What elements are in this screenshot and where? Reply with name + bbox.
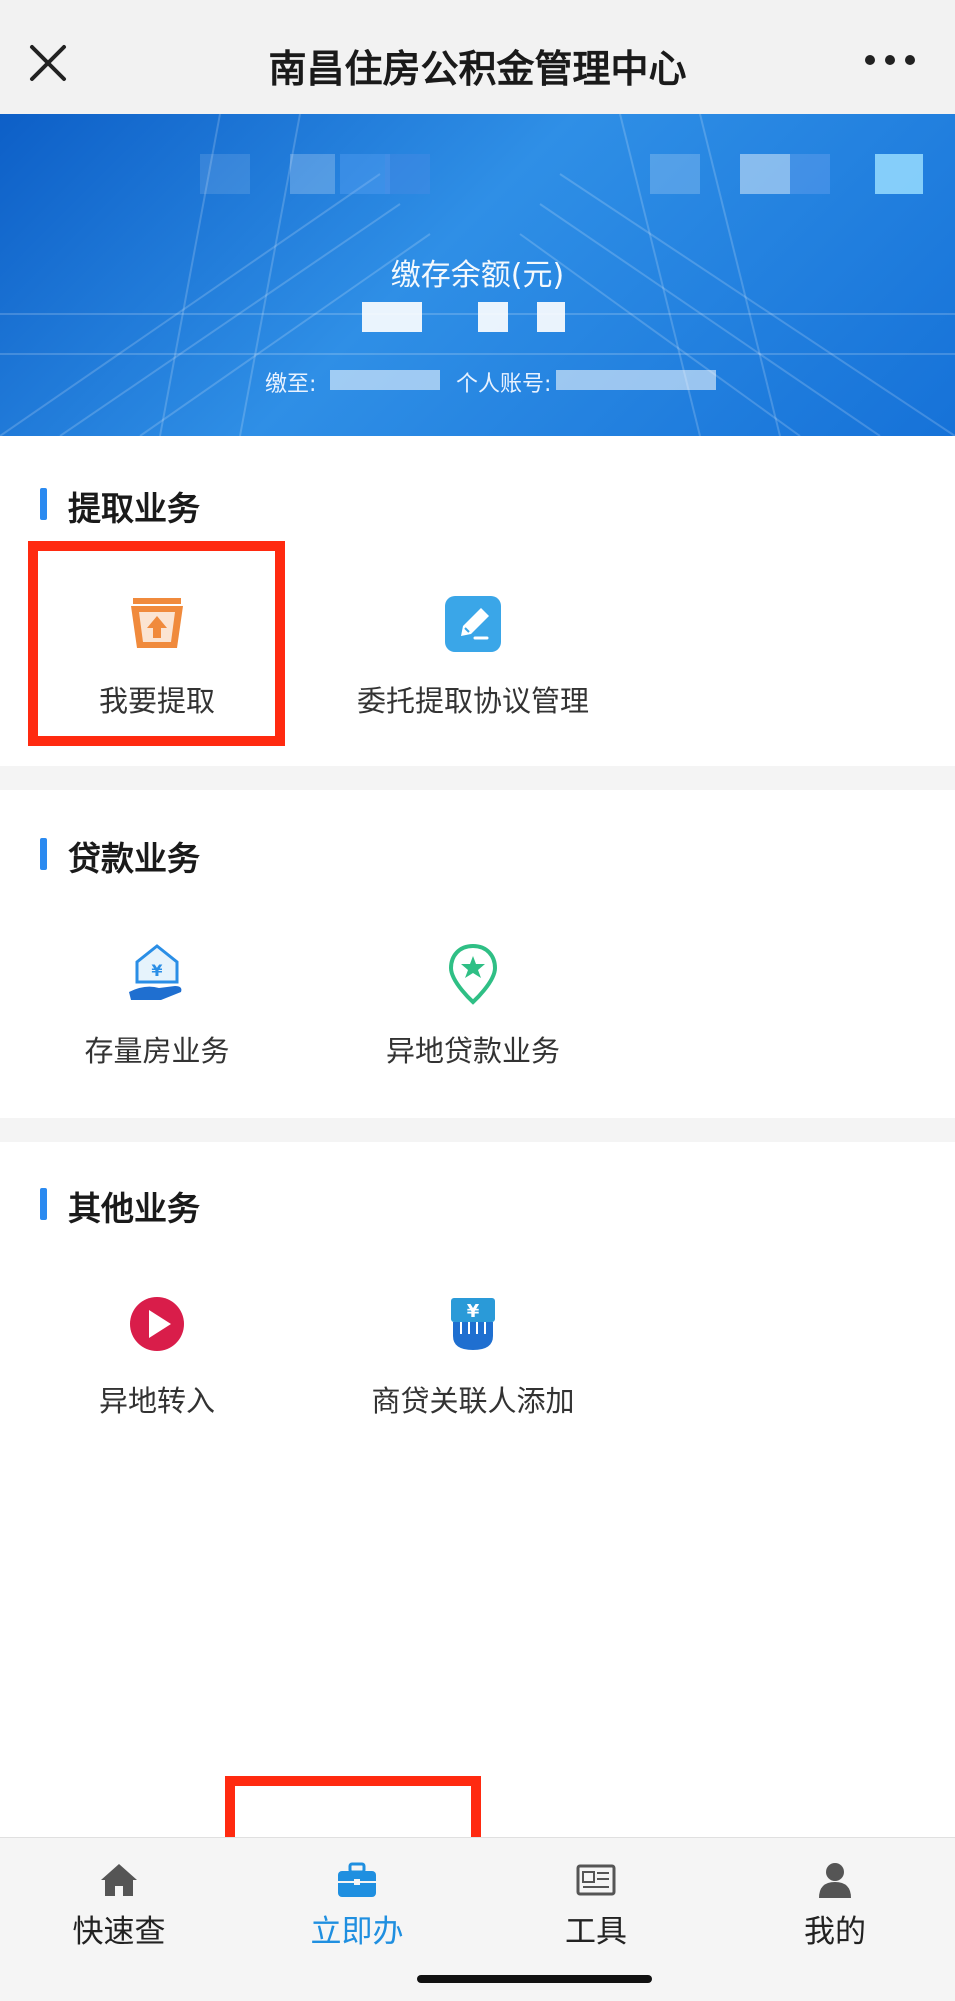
location-star-icon (448, 943, 498, 1005)
withdraw-section: 提取业务 我要提取 委托提取协议管理 (0, 436, 955, 766)
tab-tools[interactable]: 工具 (477, 1838, 715, 1958)
top-bar: 南昌住房公积金管理中心 (0, 0, 955, 114)
tab-label: 我的 (804, 1914, 866, 1950)
section-title-text: 提取业务 (68, 489, 200, 528)
section-title-text: 贷款业务 (68, 839, 200, 878)
person-icon (819, 1863, 851, 1898)
more-icon (865, 55, 915, 65)
loan-section: 贷款业务 ¥ 存量房业务 异地贷款业务 (0, 790, 955, 1118)
item-label: 存量房业务 (84, 1034, 230, 1068)
tab-label: 工具 (565, 1914, 627, 1950)
commercial-loan-related-person-button[interactable]: ¥ 商贷关联人添加 (343, 1278, 603, 1428)
section-title-text: 其他业务 (68, 1189, 200, 1228)
svg-text:¥: ¥ (151, 961, 162, 980)
other-section: 其他业务 异地转入 ¥ 商贷关联人添加 (0, 1142, 955, 1837)
paid-until-masked (330, 370, 440, 390)
section-accent-bar (40, 488, 47, 520)
paid-until-label: 缴至: (265, 372, 317, 397)
home-indicator (417, 1975, 652, 1983)
item-label: 异地贷款业务 (385, 1034, 560, 1068)
tab-label: 立即办 (310, 1914, 404, 1950)
remote-transfer-in-button[interactable]: 异地转入 (27, 1278, 287, 1428)
account-banner: 缴存余额(元) 缴至: 个人账号: (0, 114, 955, 436)
more-button[interactable] (860, 45, 920, 75)
section-accent-bar (40, 1188, 47, 1220)
page-title: 南昌住房公积金管理中心 (268, 47, 687, 91)
section-divider (0, 1118, 955, 1142)
balance-label: 缴存余额(元) (390, 258, 565, 293)
withdraw-button[interactable]: 我要提取 (27, 578, 287, 728)
section-accent-bar (40, 838, 47, 870)
section-title: 提取业务 (40, 482, 200, 530)
balance-value-masked (537, 302, 565, 332)
item-label: 我要提取 (98, 684, 215, 718)
remote-loan-business-button[interactable]: 异地贷款业务 (343, 928, 603, 1078)
tab-mine[interactable]: 我的 (716, 1838, 954, 1958)
tab-quick-query[interactable]: 快速查 (0, 1838, 238, 1958)
balance-value-masked (478, 302, 508, 332)
existing-house-business-button[interactable]: ¥ 存量房业务 (27, 928, 287, 1078)
withdraw-tray-icon (131, 598, 183, 648)
yen-hand-icon: ¥ (451, 1298, 495, 1350)
edit-pencil-icon (445, 596, 501, 652)
house-in-hand-icon: ¥ (129, 944, 182, 1000)
section-divider (0, 766, 955, 790)
entrusted-withdraw-agreement-button[interactable]: 委托提取协议管理 (343, 578, 603, 728)
balance-value-masked (362, 302, 422, 332)
arrow-circle-icon (130, 1297, 184, 1351)
item-label: 异地转入 (98, 1384, 215, 1418)
account-number-masked (556, 370, 716, 390)
newspaper-icon (576, 1864, 616, 1896)
section-title: 其他业务 (40, 1182, 200, 1230)
tab-label: 快速查 (72, 1914, 166, 1950)
home-icon (101, 1864, 137, 1896)
section-title: 贷款业务 (40, 832, 200, 880)
account-label: 个人账号: (456, 372, 552, 397)
svg-text:¥: ¥ (467, 1301, 480, 1322)
item-label: 委托提取协议管理 (356, 684, 589, 718)
briefcase-icon (338, 1862, 376, 1897)
tab-do-now[interactable]: 立即办 (238, 1838, 476, 1958)
item-label: 商贷关联人添加 (371, 1384, 575, 1418)
